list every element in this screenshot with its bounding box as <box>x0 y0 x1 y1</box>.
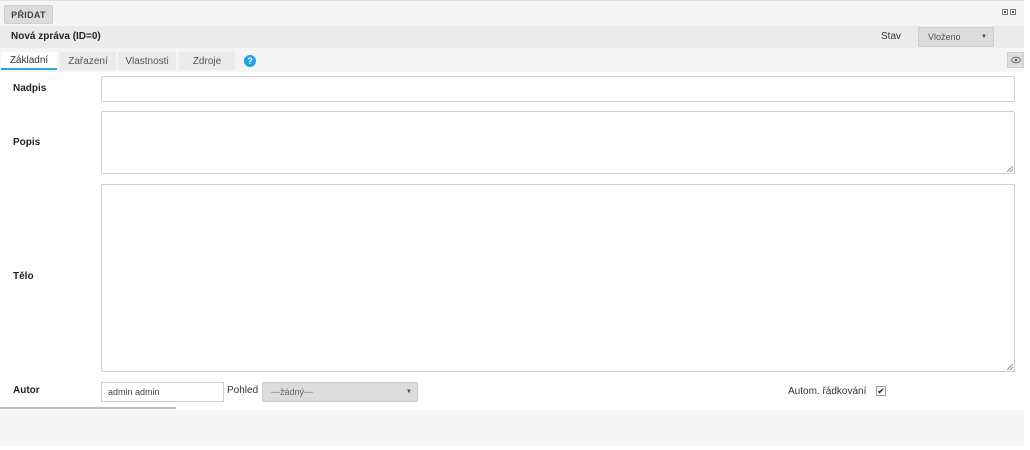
heading-input[interactable] <box>101 76 1015 102</box>
footer-area <box>0 410 1024 446</box>
form-panel: Nadpis Popis Tělo Autor admin admin Pohl… <box>0 72 1024 446</box>
tab-vlastnosti[interactable]: Vlastnosti <box>118 52 176 70</box>
resize-handle[interactable] <box>1007 364 1013 370</box>
description-label: Popis <box>13 137 41 148</box>
restore-window-icon[interactable] <box>1010 9 1016 15</box>
editor-window: PŘIDAT Nová zpráva (ID=0) Stav Vloženo ▼… <box>0 0 1024 446</box>
chevron-down-icon: ▼ <box>406 389 412 395</box>
autowrap-label: Autom. řádkování <box>788 386 867 397</box>
tab-bar: Základní Zařazení Vlastnosti Zdroje ? <box>0 49 1024 72</box>
title-bar: Nová zpráva (ID=0) Stav Vloženo ▼ <box>0 26 1024 48</box>
status-select-value: Vloženo <box>928 32 961 42</box>
window-controls <box>1002 9 1016 15</box>
view-label: Pohled <box>227 385 259 396</box>
tab-zakladni[interactable]: Základní <box>1 52 57 70</box>
horizontal-scrollbar[interactable] <box>0 407 176 409</box>
status-label: Stav <box>881 31 902 42</box>
tab-zdroje[interactable]: Zdroje <box>179 52 235 70</box>
eye-icon <box>1011 56 1021 64</box>
status-select[interactable]: Vloženo ▼ <box>918 27 994 47</box>
chevron-down-icon: ▼ <box>981 34 987 40</box>
author-input[interactable]: admin admin <box>101 382 224 402</box>
body-textarea[interactable] <box>101 184 1015 372</box>
autowrap-checkbox[interactable]: ✔ <box>876 386 886 396</box>
resize-handle[interactable] <box>1007 166 1013 172</box>
heading-label: Nadpis <box>13 83 47 94</box>
page-title: Nová zpráva (ID=0) <box>11 31 101 42</box>
body-label: Tělo <box>13 271 34 282</box>
help-icon[interactable]: ? <box>244 55 256 67</box>
maximize-window-icon[interactable] <box>1002 9 1008 15</box>
tab-zarazeni[interactable]: Zařazení <box>60 52 116 70</box>
author-label: Autor <box>13 385 40 396</box>
add-button[interactable]: PŘIDAT <box>4 5 53 24</box>
checkmark-icon: ✔ <box>877 386 885 396</box>
view-select[interactable]: ---žádný--- ▼ <box>262 382 418 402</box>
preview-button[interactable] <box>1007 52 1024 68</box>
description-textarea[interactable] <box>101 111 1015 174</box>
view-select-value: ---žádný--- <box>271 387 313 397</box>
